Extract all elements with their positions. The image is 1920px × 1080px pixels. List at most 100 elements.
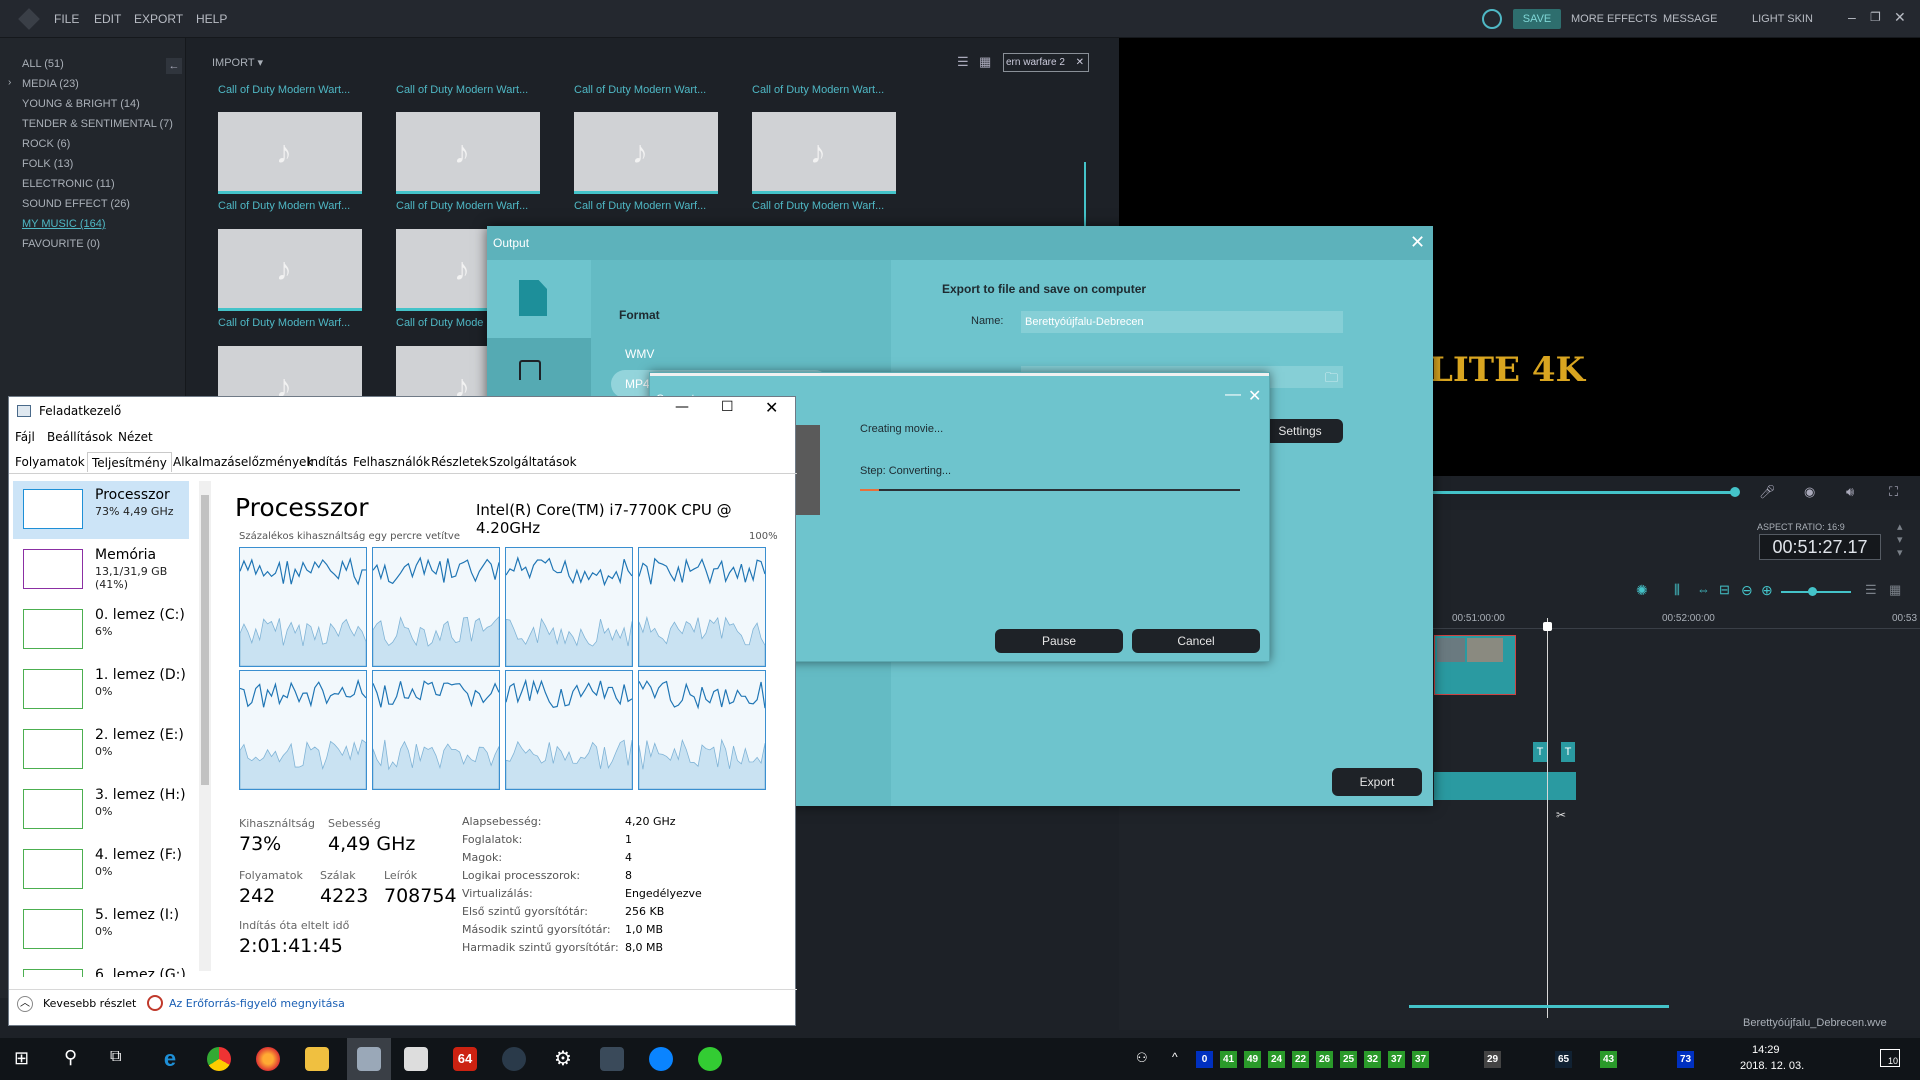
tray-sensor-icon[interactable]: 26: [1316, 1051, 1333, 1068]
collapse-panel-icon[interactable]: ←: [166, 58, 182, 74]
tab-services[interactable]: Szolgáltatások: [485, 452, 581, 472]
task-manager-icon[interactable]: [357, 1047, 381, 1071]
restore-icon[interactable]: ❐: [1870, 10, 1881, 24]
tab-users[interactable]: Felhasználók: [349, 452, 434, 472]
tray-sensor-icon[interactable]: 73: [1677, 1051, 1694, 1068]
menu-file[interactable]: FILE: [54, 12, 79, 26]
resource-item[interactable]: 2. lemez (E:) 0%: [13, 721, 189, 779]
resource-item[interactable]: 3. lemez (H:) 0%: [13, 781, 189, 839]
tab-startup[interactable]: Indítás: [303, 452, 351, 472]
playhead-marker[interactable]: [1543, 622, 1552, 631]
marker-icon[interactable]: ⊟: [1719, 582, 1730, 598]
cat-electronic[interactable]: ELECTRONIC (11): [22, 178, 115, 190]
steam-icon[interactable]: [502, 1047, 526, 1071]
more-effects-link[interactable]: MORE EFFECTS: [1571, 13, 1657, 25]
zoom-slider-handle[interactable]: [1808, 587, 1817, 596]
tray-sensor-icon[interactable]: 43: [1600, 1051, 1617, 1068]
close-icon[interactable]: ✕: [1410, 232, 1425, 253]
menu-help[interactable]: HELP: [196, 12, 227, 26]
tab-performance[interactable]: Teljesítmény: [87, 452, 172, 472]
pause-button[interactable]: Pause: [995, 629, 1123, 653]
minimize-icon[interactable]: —: [1225, 386, 1241, 404]
resource-item[interactable]: 6. lemez (G:): [13, 961, 189, 977]
resource-item[interactable]: 5. lemez (I:) 0%: [13, 901, 189, 959]
tray-sensor-icon[interactable]: 22: [1292, 1051, 1309, 1068]
chevron-up-icon[interactable]: ^: [1172, 1050, 1178, 1064]
task-view-icon[interactable]: ⧉: [110, 1048, 121, 1066]
cat-my-music[interactable]: MY MUSIC (164): [22, 218, 106, 230]
snapshot-icon[interactable]: ◉: [1804, 484, 1815, 500]
audio-mixer-icon[interactable]: ⫼: [1674, 582, 1680, 598]
message-link[interactable]: MESSAGE: [1663, 13, 1717, 25]
sidebar-scrollbar[interactable]: [199, 481, 211, 971]
tray-sensor-icon[interactable]: 0: [1196, 1051, 1213, 1068]
tab-local[interactable]: [487, 260, 591, 338]
media-thumbnail[interactable]: ♪: [574, 112, 718, 194]
media-thumbnail[interactable]: ♪: [752, 112, 896, 194]
clock-date[interactable]: 2018. 12. 03.: [1740, 1060, 1804, 1072]
resource-item[interactable]: Memória 13,1/31,9 GB (41%): [13, 541, 189, 599]
chevron-up-icon[interactable]: ︿: [17, 996, 33, 1012]
close-icon[interactable]: ✕: [765, 398, 778, 417]
menu-file[interactable]: Fájl: [15, 430, 35, 444]
resource-monitor-link[interactable]: Az Erőforrás-figyelő megnyitása: [169, 997, 345, 1010]
audio-clip[interactable]: [1434, 772, 1576, 800]
tray-sensor-icon[interactable]: 32: [1364, 1051, 1381, 1068]
clock-time[interactable]: 14:29: [1752, 1044, 1780, 1056]
cat-favourite[interactable]: FAVOURITE (0): [22, 238, 100, 250]
menu-export[interactable]: EXPORT: [134, 12, 183, 26]
account-icon[interactable]: [1482, 9, 1502, 29]
minimize-icon[interactable]: —: [675, 399, 689, 415]
file-explorer-icon[interactable]: [305, 1047, 329, 1071]
settings-icon[interactable]: ⚙: [551, 1047, 575, 1071]
microphone-icon[interactable]: 🎤︎: [1759, 484, 1776, 500]
messenger-icon[interactable]: [649, 1047, 673, 1071]
cat-young-bright[interactable]: YOUNG & BRIGHT (14): [22, 98, 140, 110]
title-clip[interactable]: T: [1533, 742, 1547, 762]
resource-item[interactable]: 0. lemez (C:) 6%: [13, 601, 189, 659]
video-clip[interactable]: [1434, 635, 1516, 695]
grid-view-icon[interactable]: ▦: [1889, 582, 1901, 598]
fullscreen-icon[interactable]: ⛶: [1889, 484, 1898, 500]
list-view-icon[interactable]: ☰: [957, 54, 969, 70]
resource-item[interactable]: Processzor 73% 4,49 GHz: [13, 481, 189, 539]
chevron-right-icon[interactable]: ›: [8, 77, 11, 88]
filmora-icon[interactable]: [600, 1047, 624, 1071]
scroll-indicator[interactable]: ▴ ▾ ▾: [1897, 520, 1903, 559]
search-icon[interactable]: ⚲: [64, 1047, 77, 1068]
render-icon[interactable]: ✺: [1636, 582, 1648, 599]
media-thumbnail[interactable]: ♪: [218, 229, 362, 311]
search-input[interactable]: ern warfare 2 ✕: [1003, 53, 1089, 72]
tray-sensor-icon[interactable]: 24: [1268, 1051, 1285, 1068]
tab-details[interactable]: Részletek: [427, 452, 493, 472]
cat-rock[interactable]: ROCK (6): [22, 138, 70, 150]
media-thumbnail[interactable]: ♪: [396, 112, 540, 194]
import-dropdown[interactable]: IMPORT ▾: [212, 56, 263, 69]
cancel-button[interactable]: Cancel: [1132, 629, 1260, 653]
scrollbar[interactable]: [1084, 162, 1086, 226]
cat-folk[interactable]: FOLK (13): [22, 158, 73, 170]
close-icon[interactable]: ✕: [1248, 386, 1261, 406]
razer-icon[interactable]: [698, 1047, 722, 1071]
tab-app-history[interactable]: Alkalmazáselőzmények: [169, 452, 317, 472]
menu-settings[interactable]: Beállítások: [47, 430, 113, 444]
tray-sensor-icon[interactable]: 49: [1244, 1051, 1261, 1068]
fit-timeline-icon[interactable]: ⇔: [1697, 582, 1710, 597]
playhead-handle[interactable]: [1730, 487, 1740, 497]
tray-sensor-icon[interactable]: 25: [1340, 1051, 1357, 1068]
menu-view[interactable]: Nézet: [118, 430, 153, 444]
tray-sensor-icon[interactable]: 37: [1412, 1051, 1429, 1068]
firefox-icon[interactable]: [256, 1047, 280, 1071]
resource-item[interactable]: 1. lemez (D:) 0%: [13, 661, 189, 719]
light-skin-link[interactable]: LIGHT SKIN: [1752, 13, 1813, 25]
zoom-out-icon[interactable]: ⊖: [1741, 582, 1753, 599]
aida64-icon[interactable]: 64: [453, 1047, 477, 1071]
notification-icon[interactable]: 10: [1880, 1049, 1900, 1067]
grid-view-icon[interactable]: ▦: [979, 54, 991, 70]
name-input[interactable]: Berettyóújfalu-Debrecen: [1021, 311, 1343, 333]
save-button[interactable]: SAVE: [1513, 9, 1561, 29]
volume-icon[interactable]: 🔊︎: [1846, 484, 1854, 500]
format-wmv[interactable]: WMV: [611, 340, 829, 368]
zoom-in-icon[interactable]: ⊕: [1761, 582, 1773, 599]
cat-media[interactable]: MEDIA (23): [22, 78, 79, 90]
